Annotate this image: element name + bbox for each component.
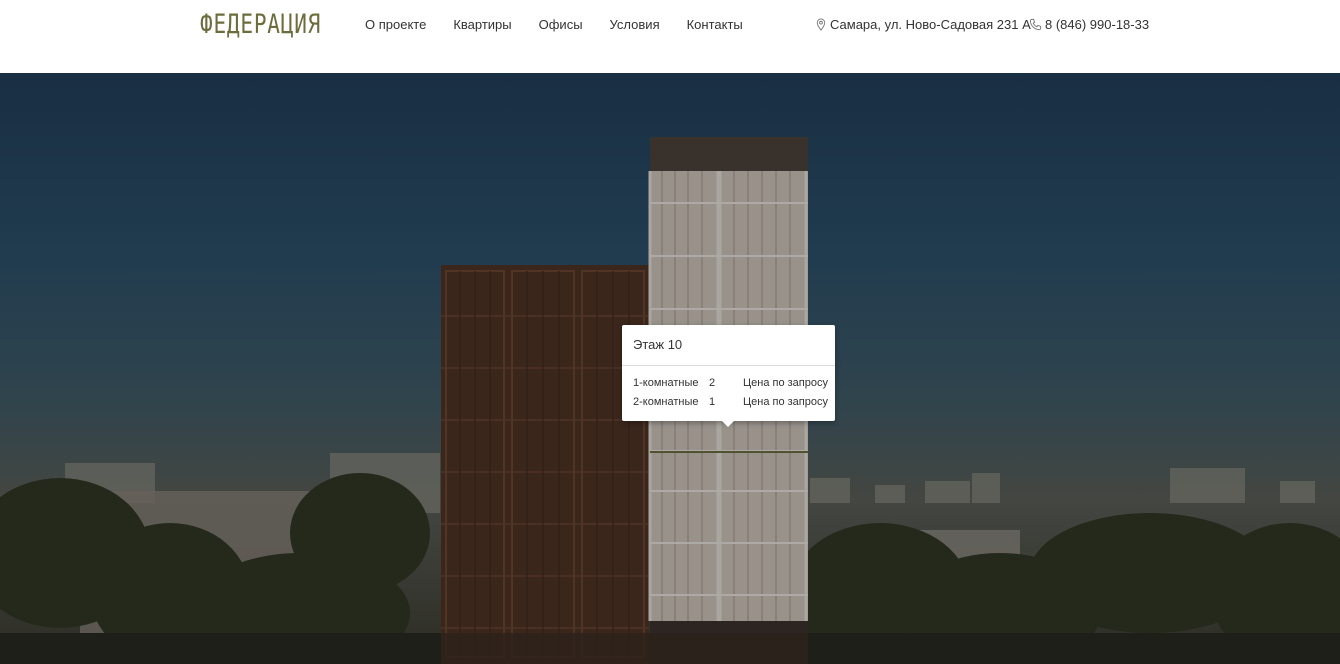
address-text: Самара, ул. Ново-Садовая 231 А xyxy=(830,17,1031,32)
main-nav: О проекте Квартиры Офисы Условия Контакт… xyxy=(365,17,770,32)
address: Самара, ул. Ново-Садовая 231 А xyxy=(815,17,1031,32)
room-price: Цена по запросу xyxy=(743,396,828,408)
phone-number[interactable]: 8 (846) 990-18-33 xyxy=(1045,17,1149,32)
site-header: ФЕДЕРАЦИЯ О проекте Квартиры Офисы Услов… xyxy=(0,0,1340,73)
phone[interactable]: 8 (846) 990-18-33 xyxy=(1029,17,1149,32)
room-count: 2 xyxy=(709,377,716,389)
logo[interactable]: ФЕДЕРАЦИЯ xyxy=(200,10,321,40)
location-pin-icon xyxy=(816,18,826,31)
floor-tooltip: Этаж 10 1-комнатные 2 Цена по запросу 2-… xyxy=(622,325,835,427)
phone-icon xyxy=(1029,18,1042,31)
floor-title: Этаж 10 xyxy=(633,337,683,352)
nav-apartments[interactable]: Квартиры xyxy=(453,17,511,32)
nav-offices[interactable]: Офисы xyxy=(539,17,583,32)
tooltip-divider xyxy=(622,365,835,366)
room-type: 2-комнатные xyxy=(633,396,699,408)
room-count: 1 xyxy=(709,396,716,408)
nav-contacts[interactable]: Контакты xyxy=(687,17,743,32)
room-type: 1-комнатные xyxy=(633,377,699,389)
nav-about[interactable]: О проекте xyxy=(365,17,426,32)
nav-conditions[interactable]: Условия xyxy=(610,17,660,32)
room-price: Цена по запросу xyxy=(743,377,828,389)
